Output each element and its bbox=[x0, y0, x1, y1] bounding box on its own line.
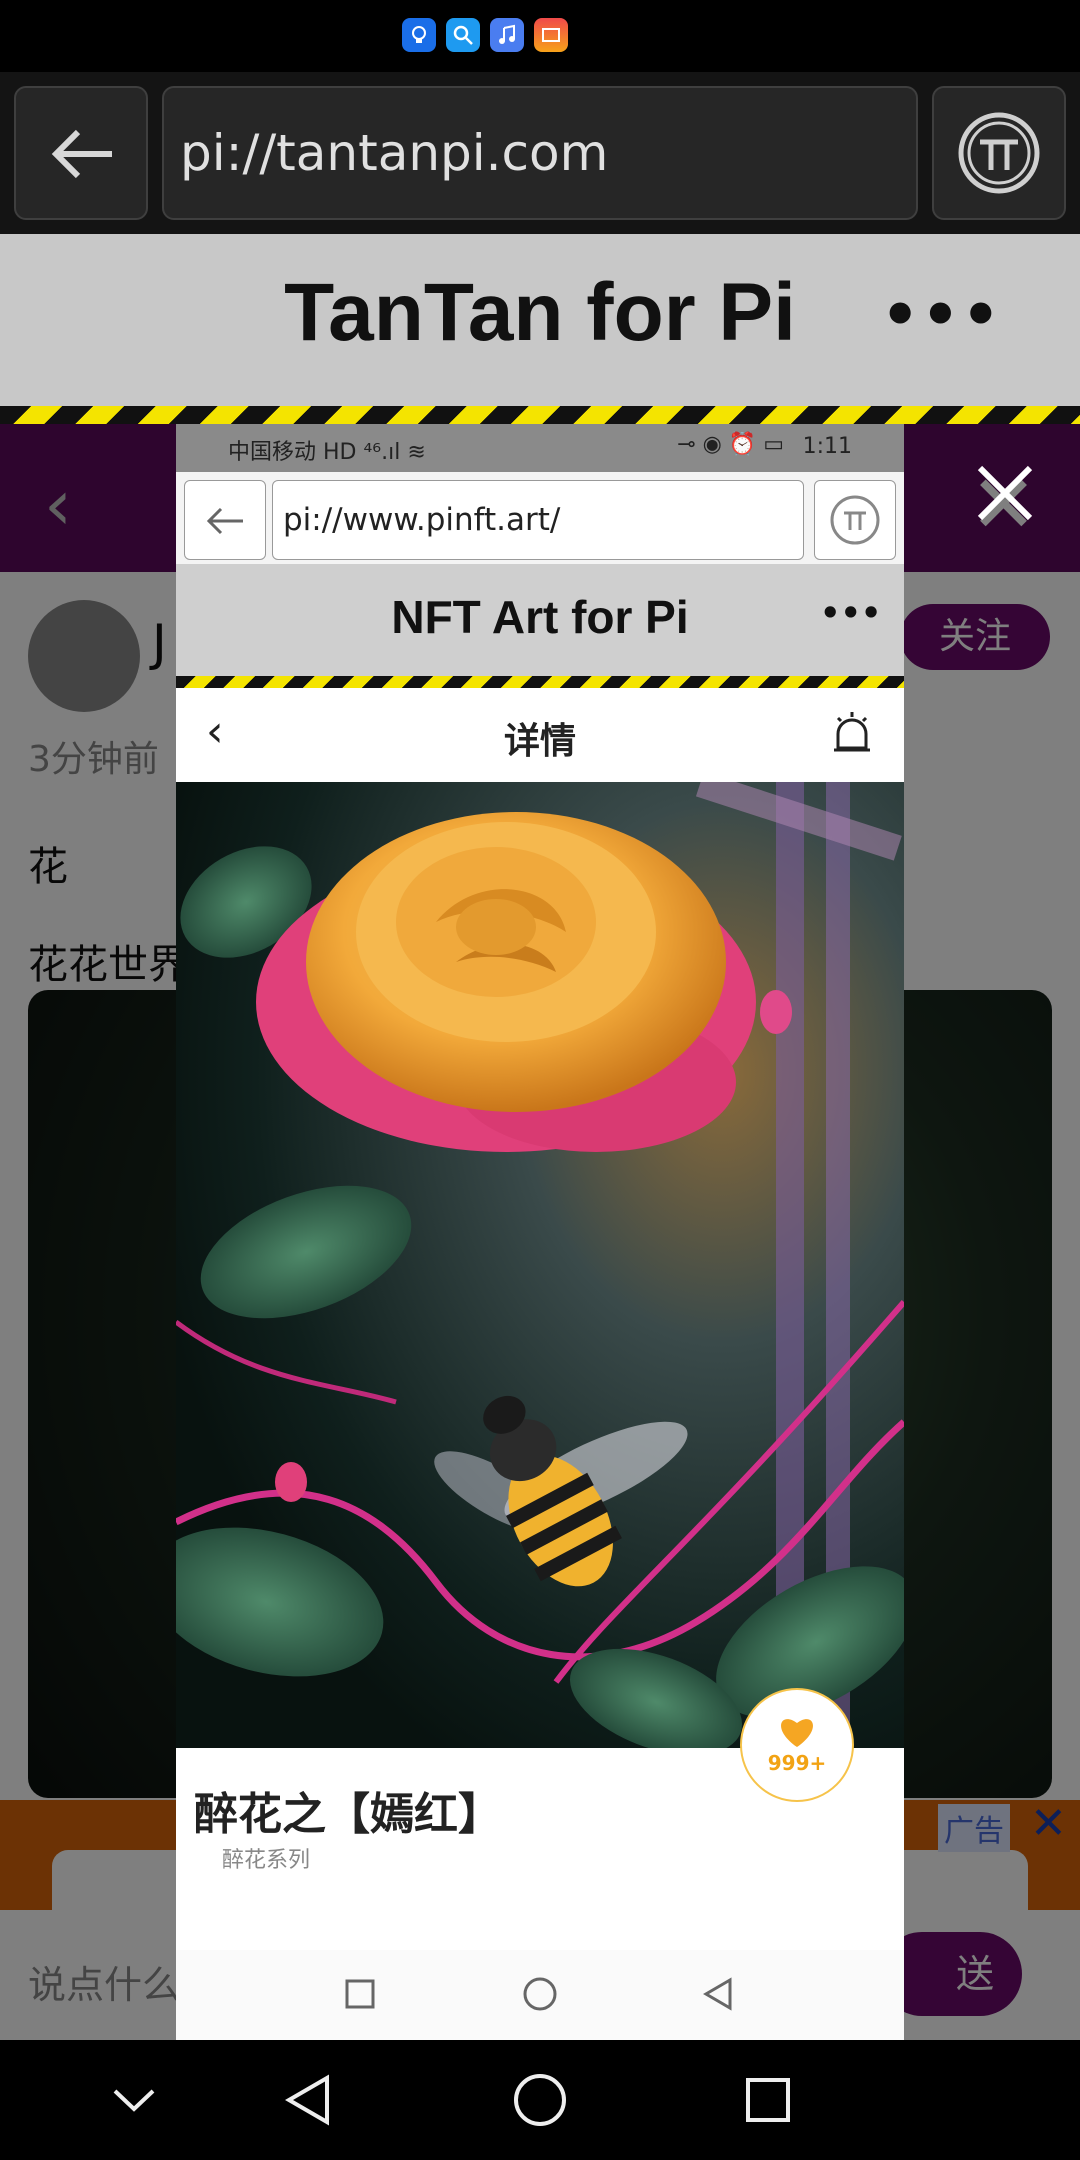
heart-icon bbox=[781, 1719, 813, 1747]
site-header: TanTan for Pi ••• bbox=[0, 234, 1080, 406]
inner-site-title: NFT Art for Pi bbox=[391, 591, 689, 643]
inner-back-button bbox=[184, 480, 266, 560]
inner-address-bar: pi://www.pinft.art/ bbox=[272, 480, 804, 560]
inner-warning-stripe bbox=[176, 676, 904, 688]
artwork-image[interactable] bbox=[176, 782, 904, 1748]
detail-title: 详情 bbox=[503, 721, 576, 762]
inner-status-bar: 中国移动 HD ⁴⁶.ıl ≋ ⊸ ◉ ⏰ ▭ 1:11 bbox=[176, 424, 904, 472]
tips-icon bbox=[402, 18, 436, 52]
inner-pi-button bbox=[814, 480, 896, 560]
recents-icon[interactable] bbox=[736, 2068, 800, 2132]
rose-bee-artwork bbox=[176, 782, 904, 1748]
inner-site-header: NFT Art for Pi ••• bbox=[176, 564, 904, 676]
warning-stripe bbox=[0, 406, 1080, 424]
system-nav-bar bbox=[0, 2040, 1080, 2160]
browser-toolbar: pi://tantanpi.com bbox=[0, 72, 1080, 234]
pi-logo-icon bbox=[958, 112, 1040, 194]
back-nav-icon[interactable] bbox=[276, 2068, 340, 2132]
overlay-close-button[interactable] bbox=[970, 458, 1040, 532]
inner-more-icon: ••• bbox=[820, 594, 882, 632]
alarm-icon bbox=[830, 708, 874, 760]
inner-recents-icon bbox=[338, 1972, 382, 2016]
carrier-label: 中国移动 HD ⁴⁶.ıl ≋ bbox=[228, 440, 426, 465]
artwork-title: 醉花之【嫣红】 bbox=[194, 1789, 502, 1840]
search-app-icon bbox=[446, 18, 480, 52]
pi-logo-icon bbox=[830, 495, 880, 545]
gallery-icon bbox=[534, 18, 568, 52]
arrow-left-icon bbox=[206, 507, 243, 535]
chevron-down-icon[interactable] bbox=[102, 2068, 166, 2132]
image-preview[interactable]: 中国移动 HD ⁴⁶.ıl ≋ ⊸ ◉ ⏰ ▭ 1:11 pi://www.pi… bbox=[176, 424, 904, 2040]
inner-back-nav-icon bbox=[696, 1972, 740, 2016]
detail-navbar: ‹ 详情 bbox=[176, 688, 904, 776]
like-button: 999+ bbox=[740, 1688, 854, 1802]
status-bar bbox=[0, 0, 1080, 72]
like-count: 999+ bbox=[767, 1751, 827, 1775]
artwork-series: 醉花系列 bbox=[222, 1848, 311, 1873]
inner-home-icon bbox=[518, 1972, 562, 2016]
notification-icons bbox=[402, 18, 568, 52]
status-icons: ⊸ ◉ ⏰ ▭ bbox=[677, 432, 784, 457]
home-icon[interactable] bbox=[508, 2068, 572, 2132]
arrow-left-icon bbox=[51, 129, 112, 179]
inner-system-nav bbox=[176, 1950, 904, 2040]
address-bar[interactable]: pi://tantanpi.com bbox=[162, 86, 918, 220]
close-icon bbox=[977, 465, 1033, 521]
browser-back-button[interactable] bbox=[14, 86, 148, 220]
inner-browser-toolbar: pi://www.pinft.art/ bbox=[176, 472, 904, 564]
more-menu-button[interactable]: ••• bbox=[881, 280, 1002, 350]
pi-browser-button[interactable] bbox=[932, 86, 1066, 220]
clock: 1:11 bbox=[802, 434, 852, 459]
music-icon bbox=[490, 18, 524, 52]
